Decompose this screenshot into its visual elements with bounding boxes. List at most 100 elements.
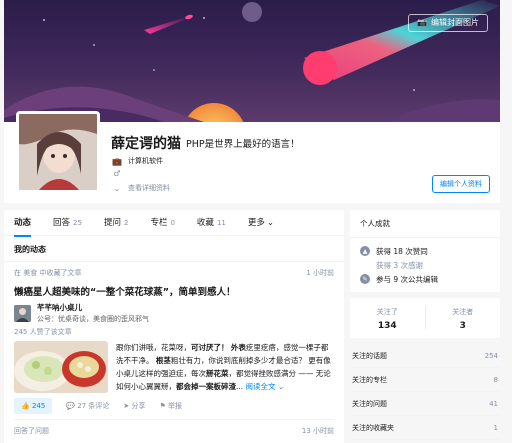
list-value: 8 — [493, 375, 498, 384]
view-details-label: 查看详细资料 — [128, 184, 170, 192]
list-label: 关注的专栏 — [352, 375, 387, 384]
tab-more[interactable]: 更多 ⌄ — [248, 210, 274, 236]
tab-count: 11 — [216, 218, 226, 227]
feed-item-title[interactable]: 懒癌星人超美味的“一整个菜花球蒸”，简单到感人！ — [14, 284, 334, 298]
achievement-edits: ✎ 参与 9 次公共编辑 — [350, 272, 500, 286]
feed-item: 在 美食 中收藏了文章 1 小时前 懒癌星人超美味的“一整个菜花球蒸”，简单到感… — [4, 262, 344, 420]
article-excerpt[interactable]: 跟你们讲哦，花菜呀，可讨厌了！ 外表疙里疙瘩，感觉一棵子都洗不干净。 根茎粗壮有… — [116, 341, 334, 393]
tab-label: 更多 — [247, 217, 265, 228]
tab-label: 动态 — [14, 217, 32, 228]
list-item-questions[interactable]: 关注的问题 41 — [350, 392, 500, 416]
followers-stat[interactable]: 关注者 3 — [426, 298, 501, 338]
read-more-link[interactable]: 阅读全文 ⌄ — [246, 382, 285, 391]
comments-label: 27 条评论 — [77, 401, 110, 410]
likes-summary: 245 人赞了该文章 — [14, 328, 72, 336]
list-label: 关注的问题 — [352, 399, 387, 408]
tab-label: 专栏 — [150, 217, 168, 228]
industry-text: 计算机软件 — [128, 157, 163, 165]
author-row: 芊芊呐小桌儿 公号：忧桌奇谈，美食圈的歪风邪气 — [14, 302, 334, 324]
list-item-topics[interactable]: 关注的话题 254 — [350, 344, 500, 368]
comment-icon: 💬 — [66, 401, 76, 410]
profile-headline: PHP是世界上最好的语言！ — [186, 139, 300, 150]
excerpt-bold: 根茎 — [155, 356, 171, 365]
report-button[interactable]: ⚑ 举报 — [160, 401, 183, 411]
tab-activity[interactable]: 动态 — [14, 210, 32, 237]
achievement-thanks-text: 获得 3 次感谢 — [376, 260, 424, 270]
tab-count: 2 — [123, 218, 129, 227]
feed-meta: 在 美食 中收藏了文章 1 小时前 — [14, 268, 334, 278]
tab-label: 收藏 — [196, 217, 214, 228]
edit-cover-label: 编辑封面图片 — [431, 18, 479, 27]
gender-row: ♂ — [112, 169, 122, 178]
following-label: 关注了 — [376, 308, 398, 316]
excerpt-bold: 掰花菜 — [206, 369, 229, 378]
profile-name: 薛定谔的猫 — [111, 136, 181, 152]
share-label: 分享 — [131, 401, 146, 410]
list-label: 关注的收藏夹 — [352, 423, 394, 432]
tab-count: 25 — [73, 218, 82, 227]
author-avatar-image — [14, 304, 31, 322]
profile-tabs: 动态 回答 25 提问 2 专栏 0 收藏 11 更多 ⌄ — [4, 210, 344, 237]
section-title: 我的动态 — [4, 236, 344, 262]
followers-count: 3 — [459, 321, 466, 331]
tab-label: 提问 — [103, 217, 121, 228]
edit-profile-button[interactable]: 编辑个人资料 — [432, 175, 490, 193]
tab-questions[interactable]: 提问 2 — [104, 210, 128, 236]
industry-row: 💼 计算机软件 — [112, 156, 163, 166]
cover-image: 📷 编辑封面图片 — [4, 0, 500, 122]
achievement-thanks: 获得 3 次感谢 — [350, 258, 500, 272]
excerpt-bold: 外表 — [230, 343, 246, 352]
excerpt-bold: 都会掉一案板碎渣 — [176, 382, 236, 391]
feed-meta-time: 1 小时前 — [306, 269, 334, 277]
list-item-collections[interactable]: 关注的收藏夹 1 — [350, 416, 500, 440]
tab-count: 0 — [170, 218, 175, 227]
followers-label: 关注者 — [452, 308, 474, 316]
feed-meta-action: 回答了问题 — [14, 427, 49, 435]
avatar-illustration — [19, 114, 97, 190]
achievement-likes: ▲ 获得 18 次赞同 — [350, 244, 500, 258]
share-button[interactable]: ➤ 分享 — [123, 401, 145, 411]
edit-cover-button[interactable]: 📷 编辑封面图片 — [408, 14, 488, 32]
view-details-link[interactable]: ⌄ 查看详细资料 — [112, 183, 170, 193]
thumbs-up-icon: 👍 — [21, 401, 30, 410]
tab-answers[interactable]: 回答 25 — [53, 210, 82, 236]
author-avatar[interactable] — [14, 304, 31, 322]
tab-collections[interactable]: 收藏 11 — [197, 210, 226, 236]
tab-label: 回答 — [53, 217, 71, 228]
article-thumbnail[interactable] — [14, 341, 108, 393]
camera-icon: 📷 — [417, 18, 427, 27]
article-thumbnail-image — [14, 341, 108, 393]
following-count: 134 — [377, 321, 397, 331]
excerpt-bold: 可讨厌了！ — [191, 343, 229, 352]
flag-icon: ⚑ — [159, 401, 166, 410]
vote-count: 245 — [31, 401, 46, 410]
achievement-edits-text: 参与 9 次公共编辑 — [376, 274, 439, 284]
achievements-title: 个人成就 — [350, 210, 500, 238]
tab-columns[interactable]: 专栏 0 — [150, 210, 174, 236]
list-label: 关注的话题 — [352, 351, 387, 360]
upvote-button[interactable]: 👍 245 — [14, 397, 53, 414]
comments-button[interactable]: 💬 27 条评论 — [66, 401, 109, 411]
feed-item-2-meta: 回答了问题 13 小时前 — [4, 420, 344, 442]
read-more-label: 阅读全文 — [245, 382, 276, 391]
feed-content: 跟你们讲哦，花菜呀，可讨厌了！ 外表疙里疙瘩，感觉一棵子都洗不干净。 根茎粗壮有… — [14, 341, 334, 393]
excerpt-text: ... — [236, 382, 244, 391]
share-icon: ➤ — [123, 401, 130, 410]
activity-feed: 在 美食 中收藏了文章 1 小时前 懒癌星人超美味的“一整个菜花球蒸”，简单到感… — [4, 262, 344, 442]
avatar[interactable] — [16, 111, 100, 193]
feed-meta-time: 13 小时前 — [301, 427, 334, 435]
action-bar: 👍 245 💬 27 条评论 ➤ 分享 ⚑ 举报 — [14, 397, 334, 420]
list-value: 254 — [484, 351, 498, 360]
chevron-down-icon: ⌄ — [113, 183, 121, 193]
profile-header: 📷 编辑封面图片 薛定谔的猫 PHP是世界上最好的语言！ 💼 计算机软件 ♂ ⌄… — [4, 0, 500, 203]
list-item-columns[interactable]: 关注的专栏 8 — [350, 368, 500, 392]
list-value: 1 — [493, 423, 498, 432]
excerpt-text: 跟你们讲哦，花菜呀， — [116, 343, 191, 352]
chevron-down-icon: ⌄ — [266, 217, 274, 228]
author-name[interactable]: 芊芊呐小桌儿 — [37, 302, 149, 313]
feed-meta-action: 在 美食 中收藏了文章 — [14, 269, 82, 277]
edit-icon: ✎ — [360, 274, 370, 284]
achievements-card: 个人成就 ▲ 获得 18 次赞同 获得 3 次感谢 ✎ 参与 9 次公共编辑 — [350, 210, 500, 292]
following-stat[interactable]: 关注了 134 — [350, 298, 425, 338]
main-panel: 动态 回答 25 提问 2 专栏 0 收藏 11 更多 ⌄ 我的动态 在 美食 中收藏了文… — [4, 210, 344, 443]
